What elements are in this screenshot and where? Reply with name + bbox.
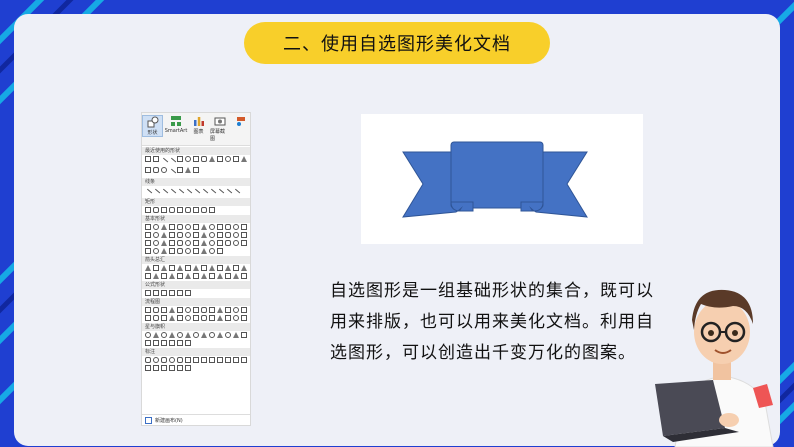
chart-button[interactable]: 图表 — [189, 115, 208, 135]
shapes-dropdown-panel: 形状 SmartArt 图表 屏幕截图 最近使用的形状 线条 矩形 基本形状 箭… — [141, 112, 251, 426]
shapes-button[interactable]: 形状 — [142, 115, 163, 137]
ribbon-banner-shape — [402, 141, 588, 218]
shapes-row-lines[interactable] — [142, 186, 250, 198]
more-icon — [236, 117, 245, 126]
smartart-button[interactable]: SmartArt — [165, 115, 187, 134]
shapes-row-flowchart[interactable] — [142, 306, 250, 322]
section-stars: 星与旗帜 — [142, 323, 250, 331]
description-text: 自选图形是一组基础形状的集合，既可以用来排版，也可以用来美化文档。利用自选图形，… — [330, 281, 654, 363]
character-with-laptop — [655, 289, 774, 447]
screenshot-button[interactable]: 屏幕截图 — [210, 115, 229, 142]
more-button[interactable] — [231, 115, 250, 128]
page-title: 二、使用自选图形美化文档 — [244, 22, 550, 64]
section-arrows: 箭头总汇 — [142, 256, 250, 264]
shapes-row-callouts[interactable] — [142, 356, 250, 372]
section-equation: 公式形状 — [142, 281, 250, 289]
section-callouts: 标注 — [142, 348, 250, 356]
shapes-button-label: 形状 — [147, 130, 158, 136]
new-canvas-item[interactable]: 新建画布(N) — [142, 414, 250, 425]
shapes-row-recent[interactable] — [142, 155, 250, 178]
screenshot-icon — [214, 117, 225, 126]
canvas-icon — [145, 416, 152, 424]
shapes-row-equation[interactable] — [142, 289, 250, 297]
new-canvas-label: 新建画布(N) — [155, 417, 183, 424]
shapes-row-rectangles[interactable] — [142, 206, 250, 214]
section-recent: 最近使用的形状 — [142, 147, 250, 155]
section-lines: 线条 — [142, 178, 250, 186]
shapes-row-basic[interactable] — [142, 223, 250, 255]
insert-ribbon: 形状 SmartArt 图表 屏幕截图 — [142, 113, 250, 146]
section-basic: 基本形状 — [142, 215, 250, 223]
shapes-row-stars[interactable] — [142, 331, 250, 347]
ribbon-shape-example — [361, 114, 643, 244]
shapes-row-arrows[interactable] — [142, 264, 250, 280]
chart-icon — [193, 117, 204, 126]
smartart-button-label: SmartArt — [164, 128, 188, 134]
section-flowchart: 流程图 — [142, 298, 250, 306]
screenshot-button-label: 屏幕截图 — [210, 129, 226, 142]
chart-button-label: 图表 — [193, 129, 204, 135]
shapes-icon — [147, 116, 158, 128]
smartart-icon — [171, 116, 181, 126]
section-rectangles: 矩形 — [142, 198, 250, 206]
